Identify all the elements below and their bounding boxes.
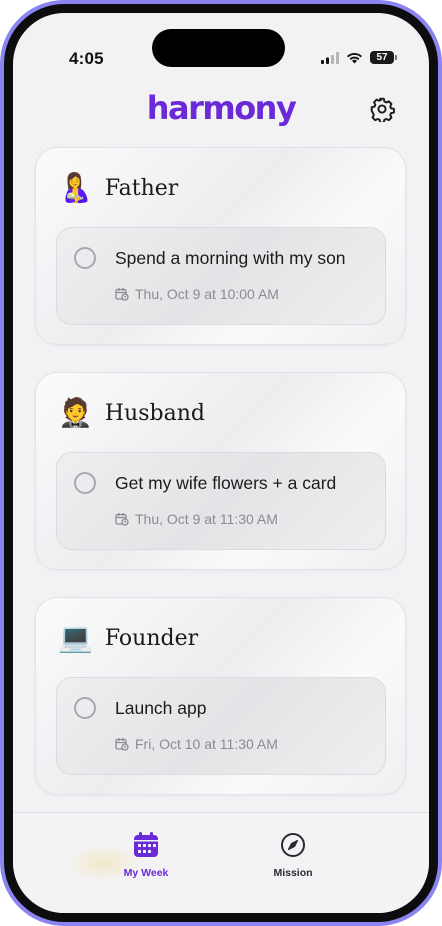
task-title: Launch app [115, 698, 207, 718]
task-checkbox[interactable] [74, 247, 96, 269]
task-item[interactable]: Get my wife flowers + a card Thu, Oct 9 … [56, 452, 386, 550]
role-title: Father [104, 175, 179, 201]
tab-label: My Week [123, 867, 169, 879]
app-screen: 4:05 57 harmony 🤱 Father Spend a morning… [13, 13, 429, 913]
status-icons: 57 [321, 51, 397, 64]
tab-mission[interactable]: Mission [248, 831, 338, 879]
tab-label: Mission [273, 867, 313, 879]
status-time: 4:05 [69, 49, 104, 68]
task-datetime: Thu, Oct 9 at 11:30 AM [135, 511, 278, 527]
calendar-clock-icon [115, 513, 129, 526]
role-card-father: 🤱 Father Spend a morning with my son Thu… [35, 147, 406, 345]
card-header: 🤱 Father [58, 172, 178, 204]
battery-level: 57 [376, 52, 388, 63]
task-datetime: Fri, Oct 10 at 11:30 AM [135, 736, 278, 752]
app-logo: harmony [146, 89, 297, 127]
role-card-founder: 💻 Founder Launch app Fri, Oct 10 at 11:3… [35, 597, 406, 795]
task-title: Get my wife flowers + a card [115, 473, 337, 493]
task-schedule: Thu, Oct 9 at 10:00 AM [115, 286, 279, 302]
task-schedule: Fri, Oct 10 at 11:30 AM [115, 736, 278, 752]
task-item[interactable]: Launch app Fri, Oct 10 at 11:30 AM [56, 677, 386, 775]
device-frame: 4:05 57 harmony 🤱 Father Spend a morning… [0, 0, 442, 926]
task-datetime: Thu, Oct 9 at 10:00 AM [135, 286, 279, 302]
calendar-clock-icon [115, 738, 129, 751]
card-header: 💻 Founder [58, 622, 198, 654]
calendar-clock-icon [115, 288, 129, 301]
signal-icon [321, 51, 339, 64]
task-checkbox[interactable] [74, 697, 96, 719]
tab-bar: My Week Mission [13, 812, 429, 913]
dynamic-island [152, 29, 285, 67]
calendar-icon [134, 832, 158, 857]
compass-icon [281, 833, 305, 857]
task-schedule: Thu, Oct 9 at 11:30 AM [115, 511, 278, 527]
role-emoji: 🤵 [58, 397, 93, 428]
tab-my-week[interactable]: My Week [101, 831, 191, 879]
wifi-icon [347, 52, 362, 63]
role-title: Husband [104, 400, 205, 426]
role-card-husband: 🤵 Husband Get my wife flowers + a card T… [35, 372, 406, 570]
battery-indicator: 57 [370, 51, 397, 64]
role-emoji: 🤱 [58, 172, 93, 203]
device-bezel: 4:05 57 harmony 🤱 Father Spend a morning… [4, 4, 438, 922]
task-checkbox[interactable] [74, 472, 96, 494]
card-header: 🤵 Husband [58, 397, 205, 429]
role-emoji: 💻 [58, 622, 93, 653]
settings-gear-icon[interactable] [369, 96, 395, 122]
role-title: Founder [104, 625, 199, 651]
task-title: Spend a morning with my son [115, 248, 346, 268]
task-item[interactable]: Spend a morning with my son Thu, Oct 9 a… [56, 227, 386, 325]
